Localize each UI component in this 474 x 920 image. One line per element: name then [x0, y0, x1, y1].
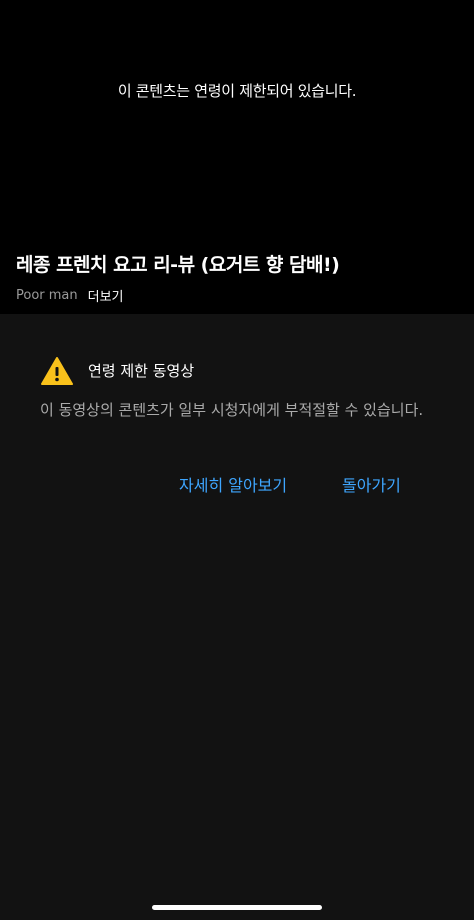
- dialog-title: 연령 제한 동영상: [88, 362, 195, 380]
- video-player[interactable]: 이 콘텐츠는 연령이 제한되어 있습니다. 레종 프렌치 요고 리-뷰 (요거트…: [0, 0, 474, 314]
- channel-name[interactable]: Poor man: [16, 288, 78, 303]
- go-back-button[interactable]: 돌아가기: [342, 472, 401, 496]
- warning-icon: [41, 357, 73, 385]
- more-link[interactable]: 더보기: [88, 286, 124, 305]
- video-meta: Poor man 더보기: [16, 286, 124, 305]
- learn-more-button[interactable]: 자세히 알아보기: [179, 472, 287, 496]
- video-title: 레종 프렌치 요고 리-뷰 (요거트 향 담배!): [16, 254, 340, 276]
- dialog-body: 이 동영상의 콘텐츠가 일부 시청자에게 부적절할 수 있습니다.: [40, 401, 424, 419]
- age-restriction-dialog: 연령 제한 동영상 이 동영상의 콘텐츠가 일부 시청자에게 부적절할 수 있습…: [0, 314, 474, 920]
- home-indicator[interactable]: [152, 905, 322, 910]
- age-restriction-message: 이 콘텐츠는 연령이 제한되어 있습니다.: [117, 82, 357, 100]
